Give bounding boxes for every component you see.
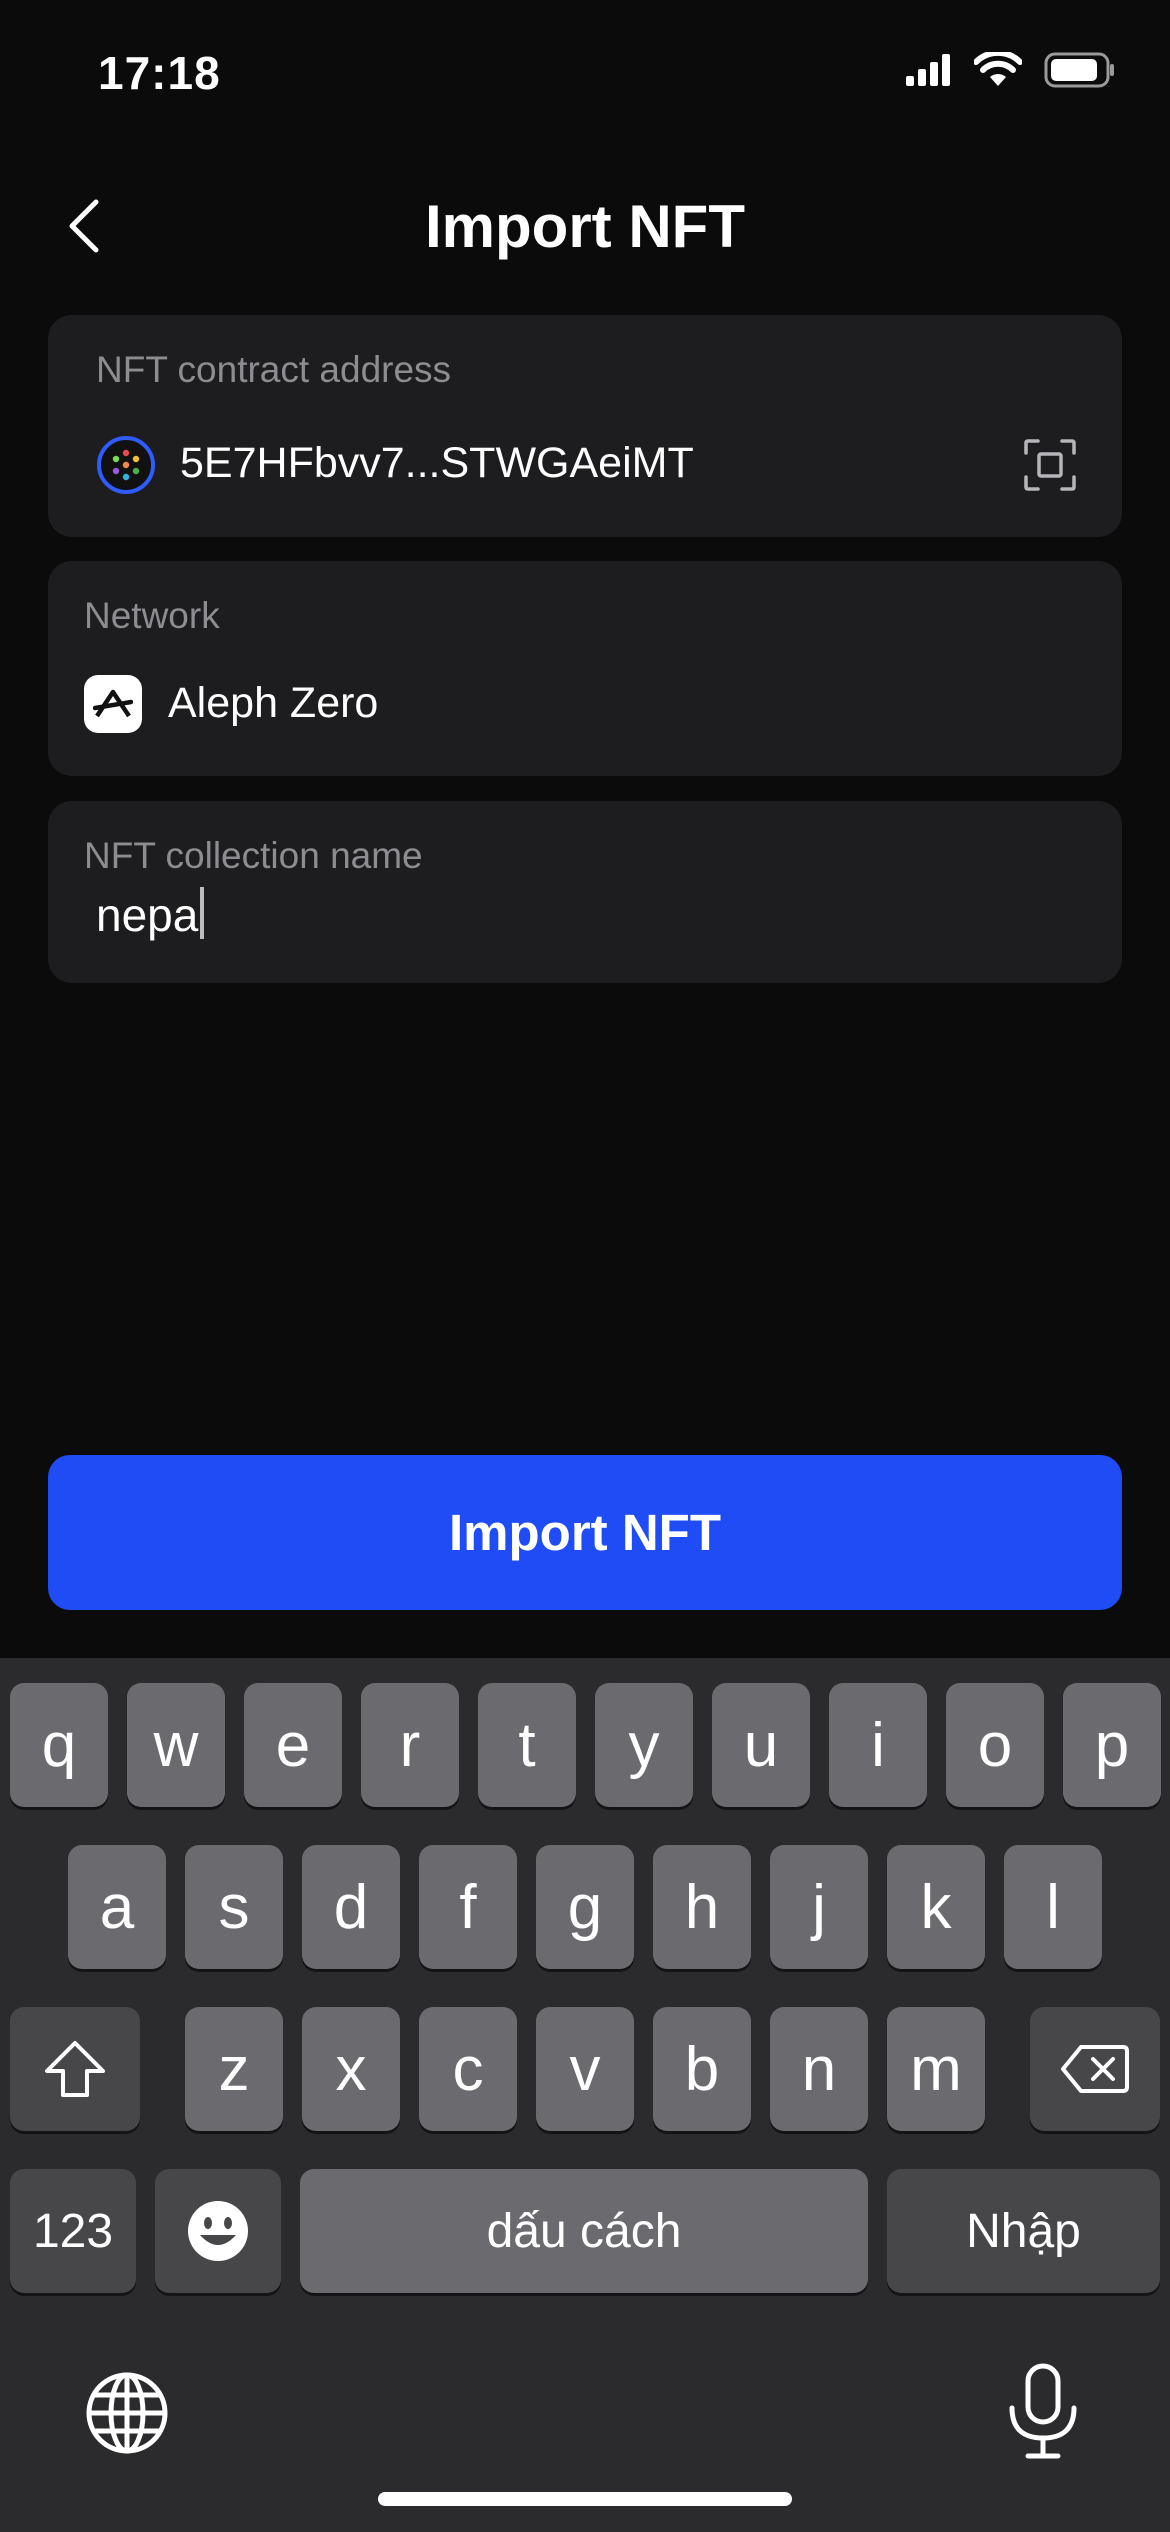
key-s[interactable]: s: [185, 1845, 283, 1969]
key-l[interactable]: l: [1004, 1845, 1102, 1969]
page-title: Import NFT: [425, 193, 745, 260]
key-k[interactable]: k: [887, 1845, 985, 1969]
network-name: Aleph Zero: [168, 679, 379, 727]
numbers-key[interactable]: 123: [10, 2169, 136, 2293]
collection-name-label: NFT collection name: [84, 835, 423, 876]
scan-icon: [1024, 439, 1076, 491]
key-q[interactable]: q: [10, 1683, 108, 1807]
collection-name-field[interactable]: NFT collection name nepa: [48, 801, 1122, 983]
import-nft-button[interactable]: Import NFT: [48, 1455, 1122, 1610]
key-t[interactable]: t: [478, 1683, 576, 1807]
scan-qr-button[interactable]: [1018, 433, 1082, 497]
status-icons: [906, 52, 1116, 88]
return-key[interactable]: Nhập: [887, 2169, 1160, 2293]
delete-key[interactable]: [1030, 2007, 1160, 2131]
shift-arrow-icon: [45, 2041, 105, 2097]
cellular-signal-icon: [906, 54, 950, 86]
key-e[interactable]: e: [244, 1683, 342, 1807]
backspace-icon: [1061, 2045, 1129, 2093]
key-m[interactable]: m: [887, 2007, 985, 2131]
key-o[interactable]: o: [946, 1683, 1044, 1807]
wifi-icon: [974, 52, 1022, 86]
emoji-icon: [188, 2201, 248, 2261]
collection-name-input[interactable]: nepa: [96, 887, 205, 942]
status-bar: 17:18: [0, 0, 1170, 150]
key-u[interactable]: u: [712, 1683, 810, 1807]
key-a[interactable]: a: [68, 1845, 166, 1969]
contract-address-field[interactable]: NFT contract address 5E7HFbvv7...STWGAei…: [48, 315, 1122, 537]
contract-address-value: 5E7HFbvv7...STWGAeiMT: [180, 439, 694, 487]
aleph-zero-logo-icon: [84, 675, 142, 733]
globe-icon: [86, 2372, 168, 2454]
dictation-key[interactable]: [1000, 2362, 1086, 2462]
key-i[interactable]: i: [829, 1683, 927, 1807]
shift-key[interactable]: [10, 2007, 140, 2131]
nav-header: Import NFT: [0, 170, 1170, 280]
key-w[interactable]: w: [127, 1683, 225, 1807]
emoji-key[interactable]: [155, 2169, 281, 2293]
text-caret: [200, 887, 205, 939]
key-c[interactable]: c: [419, 2007, 517, 2131]
status-time: 17:18: [98, 47, 221, 99]
battery-icon: [1044, 52, 1114, 88]
key-y[interactable]: y: [595, 1683, 693, 1807]
key-r[interactable]: r: [361, 1683, 459, 1807]
globe-key[interactable]: [82, 2368, 172, 2458]
key-n[interactable]: n: [770, 2007, 868, 2131]
key-v[interactable]: v: [536, 2007, 634, 2131]
key-h[interactable]: h: [653, 1845, 751, 1969]
contract-token-icon: [97, 436, 155, 494]
collection-name-value: nepa: [96, 889, 199, 941]
key-j[interactable]: j: [770, 1845, 868, 1969]
key-d[interactable]: d: [302, 1845, 400, 1969]
key-f[interactable]: f: [419, 1845, 517, 1969]
key-g[interactable]: g: [536, 1845, 634, 1969]
key-b[interactable]: b: [653, 2007, 751, 2131]
network-label: Network: [84, 595, 220, 636]
key-z[interactable]: z: [185, 2007, 283, 2131]
key-p[interactable]: p: [1063, 1683, 1161, 1807]
key-x[interactable]: x: [302, 2007, 400, 2131]
network-selector[interactable]: Network Aleph Zero: [48, 561, 1122, 776]
contract-address-label: NFT contract address: [96, 349, 452, 390]
home-indicator[interactable]: [378, 2492, 792, 2506]
space-key[interactable]: dấu cách: [300, 2169, 868, 2293]
microphone-icon: [1009, 2363, 1077, 2459]
